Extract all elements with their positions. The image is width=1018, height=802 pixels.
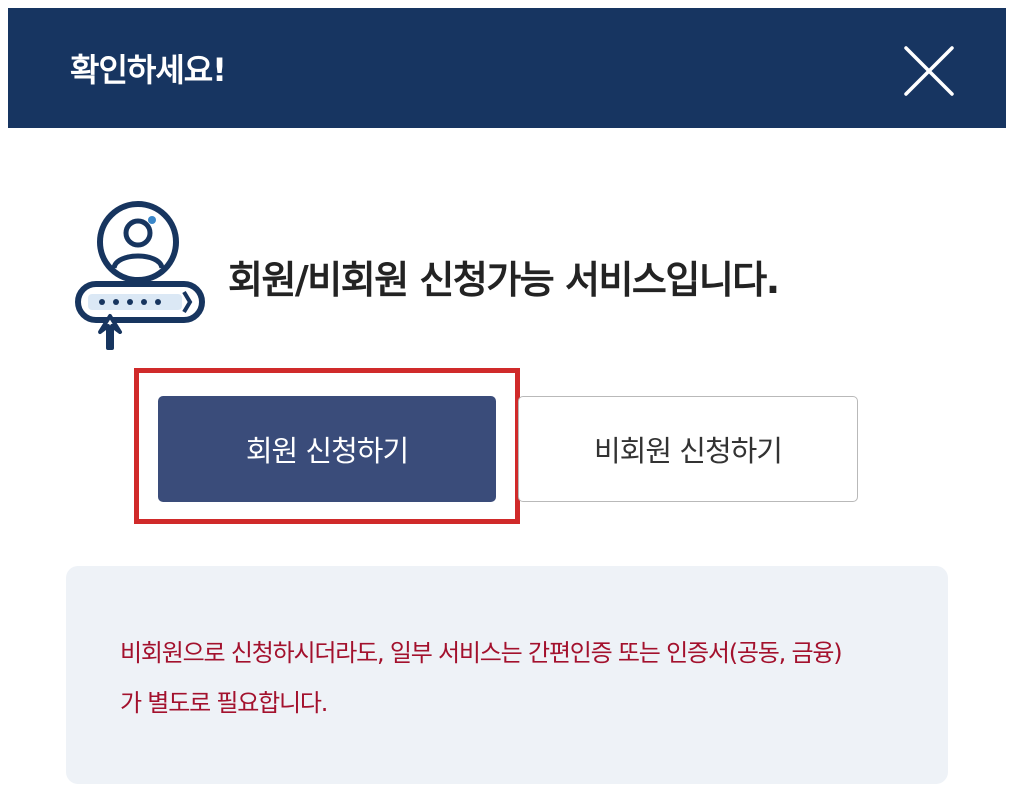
dialog-title: 확인하세요! — [70, 51, 227, 89]
confirm-dialog: 확인하세요! 회원/비회원 신청가능 서비스입니다. 회원 신청하기 비회원 신… — [0, 0, 1018, 802]
close-icon — [904, 46, 954, 96]
service-headline: 회원/비회원 신청가능 서비스입니다. — [228, 258, 780, 302]
member-login-icon — [72, 198, 208, 358]
notice-box: 비회원으로 신청하시더라도, 일부 서비스는 간편인증 또는 인증서(공동, 금… — [66, 566, 948, 784]
notice-line-1: 비회원으로 신청하시더라도, 일부 서비스는 간편인증 또는 인증서(공동, 금… — [120, 639, 843, 667]
notice-line-2: 가 별도로 필요합니다. — [120, 689, 328, 717]
member-apply-button[interactable]: 회원 신청하기 — [158, 396, 496, 502]
notice-text: 비회원으로 신청하시더라도, 일부 서비스는 간편인증 또는 인증서(공동, 금… — [120, 628, 920, 728]
close-button[interactable] — [896, 38, 962, 104]
dialog-header: 확인하세요! — [8, 8, 1006, 128]
guest-apply-button[interactable]: 비회원 신청하기 — [518, 396, 858, 502]
